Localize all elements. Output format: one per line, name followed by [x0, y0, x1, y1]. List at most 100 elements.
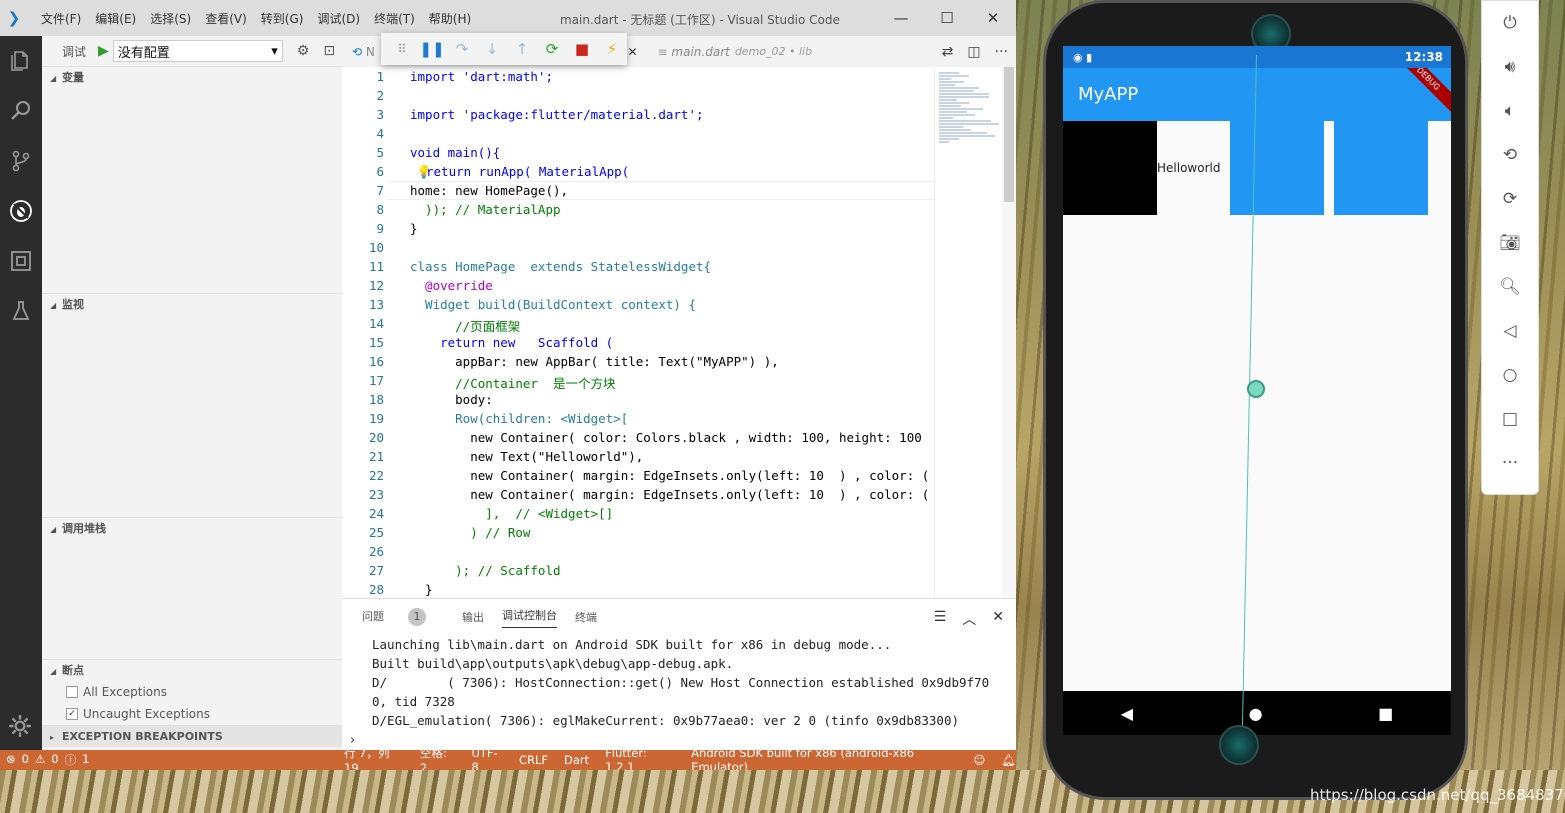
stop-icon[interactable]: ■ — [567, 40, 597, 58]
bell-icon[interactable]: 🔔︎ — [1001, 753, 1016, 767]
menu-goto[interactable]: 转到(G) — [254, 10, 311, 27]
settings-gear-icon[interactable]: ⚙ — [297, 43, 310, 59]
home-icon[interactable]: ● — [1249, 704, 1263, 723]
menu-selection[interactable]: 选择(S) — [143, 10, 198, 27]
callstack-panel — [42, 539, 342, 659]
callstack-section-header[interactable]: ◢ 调用堆栈 — [42, 517, 342, 539]
console-line: 0, tid 7328 — [372, 694, 455, 709]
black-container — [1063, 121, 1157, 215]
status-flutter-version[interactable]: Flutter: 1.2.1 — [605, 746, 675, 770]
search-icon[interactable] — [0, 86, 42, 136]
status-bar: ⊗ 0 ⚠ 0 ⓘ 1 行 7，列 19 空格: 2 UTF-8 CRLF Dart … — [0, 746, 1016, 770]
menu-file[interactable]: 文件(F) — [34, 10, 88, 27]
step-out-icon[interactable]: ↑ — [507, 40, 537, 58]
debug-console-icon[interactable]: ⊡ — [323, 43, 335, 59]
split-editor-icon[interactable]: ◫ — [967, 44, 980, 60]
breakpoints-section-header[interactable]: ◢ 断点 — [42, 659, 342, 681]
status-problems[interactable]: ⊗ 0 ⚠ 0 ⓘ 1 — [0, 752, 89, 768]
compare-icon[interactable]: ⇄ — [942, 44, 954, 60]
tab-output[interactable]: 输出 — [462, 609, 484, 625]
clear-console-icon[interactable]: ☰ — [934, 609, 947, 629]
variables-section-header[interactable]: ◢ 变量 — [42, 66, 342, 88]
debug-banner: DEBUG — [1391, 68, 1451, 116]
rotate-right-icon[interactable]: ⟳ — [1482, 177, 1538, 221]
step-into-icon[interactable]: ↓ — [477, 40, 507, 58]
volume-down-icon[interactable]: 🔈︎ — [1482, 89, 1538, 133]
close-panel-icon[interactable]: ✕ — [992, 609, 1004, 629]
status-device[interactable]: Android SDK built for x86 (android-x86 E… — [691, 746, 957, 770]
chevron-down-icon: ▾ — [271, 43, 278, 59]
hot-reload-icon[interactable]: ⚡ — [597, 40, 627, 58]
recents-icon[interactable]: ■ — [1378, 704, 1393, 723]
gear-icon[interactable] — [7, 713, 33, 742]
step-over-icon[interactable]: ↷ — [447, 40, 477, 58]
collapse-icon: ◢ — [50, 667, 57, 676]
vertical-scrollbar[interactable] — [1002, 67, 1016, 598]
breakpoint-uncaught-exceptions[interactable]: ✓ Uncaught Exceptions — [42, 703, 342, 725]
maximize-panel-icon[interactable]: ︿ — [962, 609, 976, 629]
drag-handle-icon[interactable]: ⠿ — [387, 42, 417, 56]
watch-section-header[interactable]: ◢ 监视 — [42, 293, 342, 315]
more-icon[interactable]: ··· — [1482, 441, 1538, 485]
tab-debug-console[interactable]: 调试控制台 — [502, 607, 557, 628]
checkbox-checked[interactable]: ✓ — [66, 708, 78, 720]
scroll-thumb[interactable] — [1004, 67, 1014, 202]
drag-handle[interactable] — [1247, 380, 1265, 398]
vscode-window: ❯ 文件(F) 编辑(E) 选择(S) 查看(V) 转到(G) 调试(D) 终端… — [0, 0, 1016, 770]
source-control-icon[interactable] — [0, 136, 42, 186]
overview-icon[interactable]: □ — [1482, 397, 1538, 441]
back-icon[interactable]: ◀ — [1121, 704, 1133, 723]
menu-help[interactable]: 帮助(H) — [422, 10, 478, 27]
tab-problems[interactable]: 问题 1 — [362, 608, 444, 626]
phone-screen[interactable]: ◉ ▮ 12:38 MyAPP DEBUG Helloworld — [1063, 46, 1451, 691]
explorer-icon[interactable] — [0, 36, 42, 86]
pause-icon[interactable]: ❚❚ — [417, 40, 447, 58]
start-debug-icon[interactable]: ▶ — [98, 43, 109, 59]
volume-up-icon[interactable]: 🔊︎ — [1482, 45, 1538, 89]
menu-edit[interactable]: 编辑(E) — [88, 10, 143, 27]
home-icon[interactable]: ○ — [1482, 353, 1538, 397]
line-number: 25 — [368, 525, 384, 540]
rotate-left-icon[interactable]: ⟲ — [1482, 133, 1538, 177]
close-tab-icon[interactable]: ✕ — [627, 45, 637, 59]
status-language[interactable]: Dart — [564, 753, 589, 767]
back-icon[interactable]: ◁ — [1482, 309, 1538, 353]
test-flask-icon[interactable] — [0, 286, 42, 336]
more-actions-icon[interactable]: ··· — [995, 44, 1008, 60]
tab-dart-icon[interactable]: ⟲ N — [342, 36, 385, 67]
floating-debug-toolbar: ⠿ ❚❚ ↷ ↓ ↑ ⟳ ■ ⚡ — [381, 33, 627, 65]
breakpoint-all-exceptions[interactable]: All Exceptions — [42, 681, 342, 703]
breakpoint-label: Uncaught Exceptions — [83, 707, 210, 721]
debug-config-select[interactable]: 没有配置 ▾ — [112, 40, 283, 62]
line-number: 24 — [368, 506, 384, 521]
menu-view[interactable]: 查看(V) — [198, 10, 254, 27]
code-line: body: — [410, 392, 493, 407]
menu-debug[interactable]: 调试(D) — [310, 10, 367, 27]
menu-terminal[interactable]: 终端(T) — [367, 10, 422, 27]
status-indentation[interactable]: 空格: 2 — [420, 745, 456, 770]
close-icon[interactable]: ✕ — [970, 0, 1016, 36]
line-number: 1 — [376, 69, 384, 84]
power-icon[interactable]: ⏻ — [1482, 1, 1538, 45]
status-cursor-position[interactable]: 行 7，列 19 — [344, 745, 404, 770]
line-number: 8 — [376, 202, 384, 217]
tab-terminal[interactable]: 终端 — [575, 609, 597, 625]
status-encoding[interactable]: UTF-8 — [471, 746, 503, 770]
code-line: ) // Row — [410, 525, 531, 540]
zoom-icon[interactable]: 🔍︎ — [1482, 265, 1538, 309]
tab-main-dart[interactable]: ≡ main.dart demo_02 • lib — [648, 36, 823, 67]
debug-icon[interactable] — [0, 186, 42, 236]
minimap[interactable] — [934, 67, 1002, 598]
restart-icon[interactable]: ⟳ — [537, 40, 567, 58]
code-line: new Container( margin: EdgeInsets.only(l… — [410, 468, 930, 483]
smiley-feedback-icon[interactable]: ☺ — [973, 753, 985, 767]
code-editor[interactable]: 1 2 3 4 5 6 7 8 9 10 11 12 13 14 15 16 1… — [342, 67, 934, 598]
extensions-icon[interactable] — [0, 236, 42, 286]
camera-icon[interactable]: 📷︎ — [1482, 221, 1538, 265]
checkbox[interactable] — [66, 686, 78, 698]
status-eol[interactable]: CRLF — [519, 753, 548, 767]
code-line: void main(){ — [410, 145, 501, 160]
maximize-icon[interactable]: ☐ — [924, 0, 970, 36]
minimize-icon[interactable]: — — [878, 0, 924, 36]
exception-breakpoints-header[interactable]: ▸ EXCEPTION BREAKPOINTS — [42, 725, 342, 747]
